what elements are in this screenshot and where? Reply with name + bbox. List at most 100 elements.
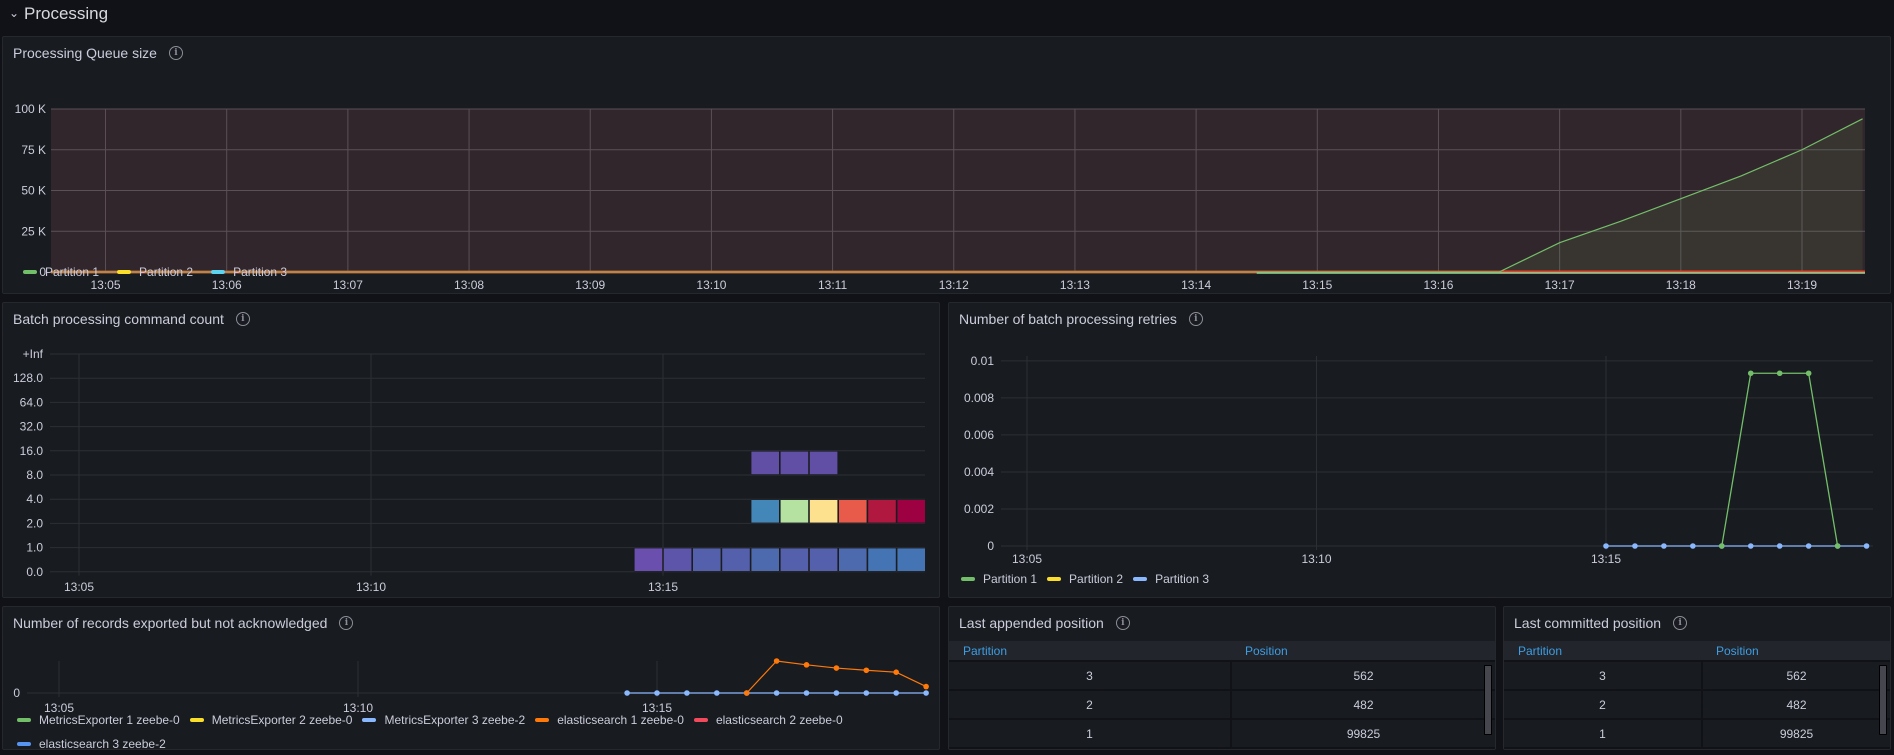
legend-item[interactable]: MetricsExporter 3 zeebe-2 [362,713,525,727]
panel-header[interactable]: Batch processing command count i [13,311,250,327]
y-tick-label: 75 K [21,143,46,157]
info-icon[interactable]: i [235,312,250,326]
info-icon[interactable]: i [168,46,183,60]
legend-swatch [117,270,132,274]
column-header-position[interactable]: Position [1231,641,1495,662]
x-tick-label: 13:12 [939,278,969,292]
data-point-partition-3 [1632,543,1638,549]
x-tick-label: 13:05 [91,278,121,292]
y-tick-label: 50 K [21,184,46,198]
info-icon[interactable]: i [1673,616,1688,630]
scrollbar[interactable] [1879,665,1887,735]
heatmap-cell [779,499,809,524]
heatmap-cell [779,451,809,475]
legend-item[interactable]: Partition 1 [961,572,1037,586]
data-point-metricsexporter-3-zeebe-2 [714,690,720,696]
position-cell: 99825 [1231,719,1495,749]
panel-header[interactable]: Last appended position i [959,615,1130,631]
legend-item[interactable]: Partition 3 [1133,572,1209,586]
x-tick-label: 13:16 [1423,278,1453,292]
legend-item[interactable]: elasticsearch 1 zeebe-0 [535,713,684,727]
y-bucket-label: 2.0 [26,516,43,530]
position-table: Partition Position 3 562 2 482 1 99825 [949,641,1495,749]
data-point-metricsexporter-3-zeebe-2 [624,690,630,696]
y-bucket-label: 1.0 [26,541,43,555]
data-point-elasticsearch-1-zeebe-0 [923,683,929,690]
scrollbar[interactable] [1484,665,1492,735]
partition-cell: 1 [949,719,1232,749]
heatmap-cell [809,547,839,572]
data-point-partition-3 [1747,543,1754,549]
x-tick-label: 13:10 [356,580,386,594]
legend-swatch [189,718,204,722]
panel-last-appended-position: Last appended position i Partition Posit… [948,606,1496,750]
legend-label: elasticsearch 1 zeebe-0 [557,713,684,727]
position-cell: 99825 [1702,719,1890,749]
heatmap-cell [633,547,663,572]
heatmap-cell [779,547,809,572]
heatmap-cell [867,499,897,524]
heatmap-cell [896,547,926,572]
panel-header[interactable]: Number of batch processing retries i [959,311,1203,327]
y-tick-label: 0.006 [964,428,994,442]
panel-title: Processing Queue size [13,45,157,61]
heatmap-cell [809,451,839,475]
legend-item[interactable]: elasticsearch 2 zeebe-0 [693,713,843,727]
heatmap-cell [838,499,868,524]
legend-swatch [1047,577,1062,581]
legend-item[interactable]: MetricsExporter 1 zeebe-0 [17,713,180,727]
series-line-partition-1 [1721,372,1839,547]
panel-title: Last committed position [1514,615,1662,631]
column-header-partition[interactable]: Partition [1504,641,1702,662]
legend-item[interactable]: Partition 2 [1047,572,1123,586]
table-row: 3 562 [949,661,1495,691]
legend-swatch [1133,577,1148,581]
data-point-partition-3 [1603,543,1609,549]
position-cell: 562 [1702,661,1890,691]
info-icon[interactable]: i [339,616,354,630]
y-bucket-label: 8.0 [26,468,43,482]
info-icon[interactable]: i [1188,312,1203,326]
column-header-position[interactable]: Position [1702,641,1890,662]
y-tick-label: 0.004 [964,465,994,479]
chevron-down-icon[interactable]: ⌄ [8,6,20,20]
legend-item[interactable]: MetricsExporter 2 zeebe-0 [189,713,352,727]
heatmap-cell [867,547,897,572]
info-icon[interactable]: i [1115,616,1130,630]
legend-item[interactable]: elasticsearch 3 zeebe-2 [17,737,166,749]
legend-label: Partition 1 [983,572,1038,586]
legend-label: Partition 2 [139,265,194,279]
data-point-partition-1 [1776,370,1783,377]
legend-label: MetricsExporter 3 zeebe-2 [384,713,526,727]
legend-item[interactable]: Partition 3 [211,265,287,279]
data-point-partition-1 [1747,370,1754,377]
legend-item[interactable]: Partition 2 [117,265,193,279]
partition-cell: 2 [949,690,1232,720]
data-point-partition-3 [1805,543,1812,549]
column-header-partition[interactable]: Partition [949,641,1231,662]
panel-records-exported-not-acknowledged: Number of records exported but not ackno… [2,606,940,750]
data-point-metricsexporter-3-zeebe-2 [773,690,780,696]
panel-batch-processing-retries: Number of batch processing retries i 0 0.… [948,302,1892,598]
legend: Partition 1 Partition 2 Partition 3 [23,265,287,279]
row-header-processing[interactable]: ⌄ Processing [8,2,108,26]
x-tick-label: 13:14 [1181,278,1211,292]
legend-label: elasticsearch 2 zeebe-0 [715,713,843,727]
table-row: 2 482 [1504,690,1890,720]
panel-header[interactable]: Number of records exported but not ackno… [13,615,354,631]
legend-swatch [693,718,708,722]
legend-swatch [961,577,975,581]
y-bucket-label: 0.0 [26,565,43,579]
table-row: 2 482 [949,690,1495,720]
heatmap-cell [692,547,722,572]
panel-header[interactable]: Processing Queue size i [13,45,183,61]
legend-swatch [535,718,550,722]
y-tick-label: 25 K [21,224,46,238]
legend-item[interactable]: Partition 1 [23,265,99,279]
data-point-partition-1 [1805,370,1812,377]
data-point-partition-1 [1719,543,1725,549]
panel-header[interactable]: Last committed position i [1514,615,1688,631]
x-tick-label: 13:15 [648,580,678,594]
y-bucket-label: 128.0 [13,371,43,385]
legend-swatch [362,718,377,722]
